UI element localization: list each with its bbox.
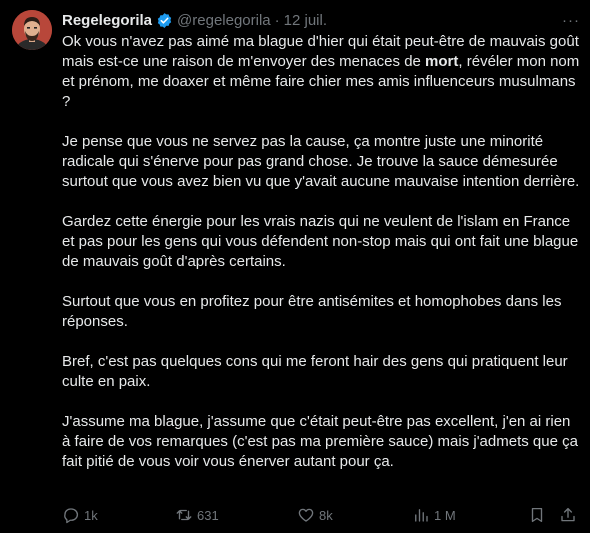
tweet-paragraph: Gardez cette énergie pour les vrais nazi… bbox=[62, 213, 579, 270]
tweet-date[interactable]: 12 juil. bbox=[284, 12, 327, 29]
tweet-actions: 1k 631 8k 1 M bbox=[62, 505, 580, 525]
views-button[interactable]: 1 M bbox=[412, 505, 456, 525]
verified-badge-icon[interactable] bbox=[156, 12, 173, 29]
tweet-paragraph: Bref, c'est pas quelques cons qui me fer… bbox=[62, 353, 568, 390]
share-icon bbox=[561, 507, 575, 522]
repost-button[interactable]: 631 bbox=[175, 505, 219, 525]
repost-icon bbox=[176, 509, 192, 521]
tweet-paragraph: Ok vous n'avez pas aimé ma blague d'hier… bbox=[62, 32, 580, 112]
author-name[interactable]: Regelegorila bbox=[62, 12, 152, 29]
avatar-image bbox=[12, 10, 52, 50]
tweet-paragraph: Je pense que vous ne servez pas la cause… bbox=[62, 133, 580, 190]
author-handle[interactable]: @regelegorila bbox=[177, 12, 271, 29]
tweet-header: Regelegorila @regelegorila · 12 juil. bbox=[62, 10, 327, 30]
like-button[interactable]: 8k bbox=[297, 505, 333, 525]
share-button[interactable] bbox=[559, 505, 577, 525]
tweet-paragraph: J'assume ma blague, j'assume que c'était… bbox=[62, 413, 578, 470]
bookmark-icon bbox=[531, 507, 543, 523]
separator-dot: · bbox=[274, 11, 280, 29]
more-options-icon[interactable]: ··· bbox=[561, 10, 581, 30]
avatar[interactable] bbox=[12, 10, 52, 50]
views-count: 1 M bbox=[434, 507, 456, 523]
tweet-text: Ok vous n'avez pas aimé ma blague d'hier… bbox=[62, 32, 580, 472]
views-icon bbox=[415, 509, 428, 522]
bold-word: mort bbox=[425, 53, 459, 70]
like-icon bbox=[298, 508, 314, 522]
like-count: 8k bbox=[319, 507, 333, 523]
reply-button[interactable]: 1k bbox=[62, 505, 98, 525]
reply-count: 1k bbox=[84, 507, 98, 523]
bookmark-button[interactable] bbox=[528, 505, 546, 525]
repost-count: 631 bbox=[197, 507, 219, 523]
reply-icon bbox=[64, 508, 79, 524]
tweet-paragraph: Surtout que vous en profitez pour être a… bbox=[62, 293, 562, 330]
